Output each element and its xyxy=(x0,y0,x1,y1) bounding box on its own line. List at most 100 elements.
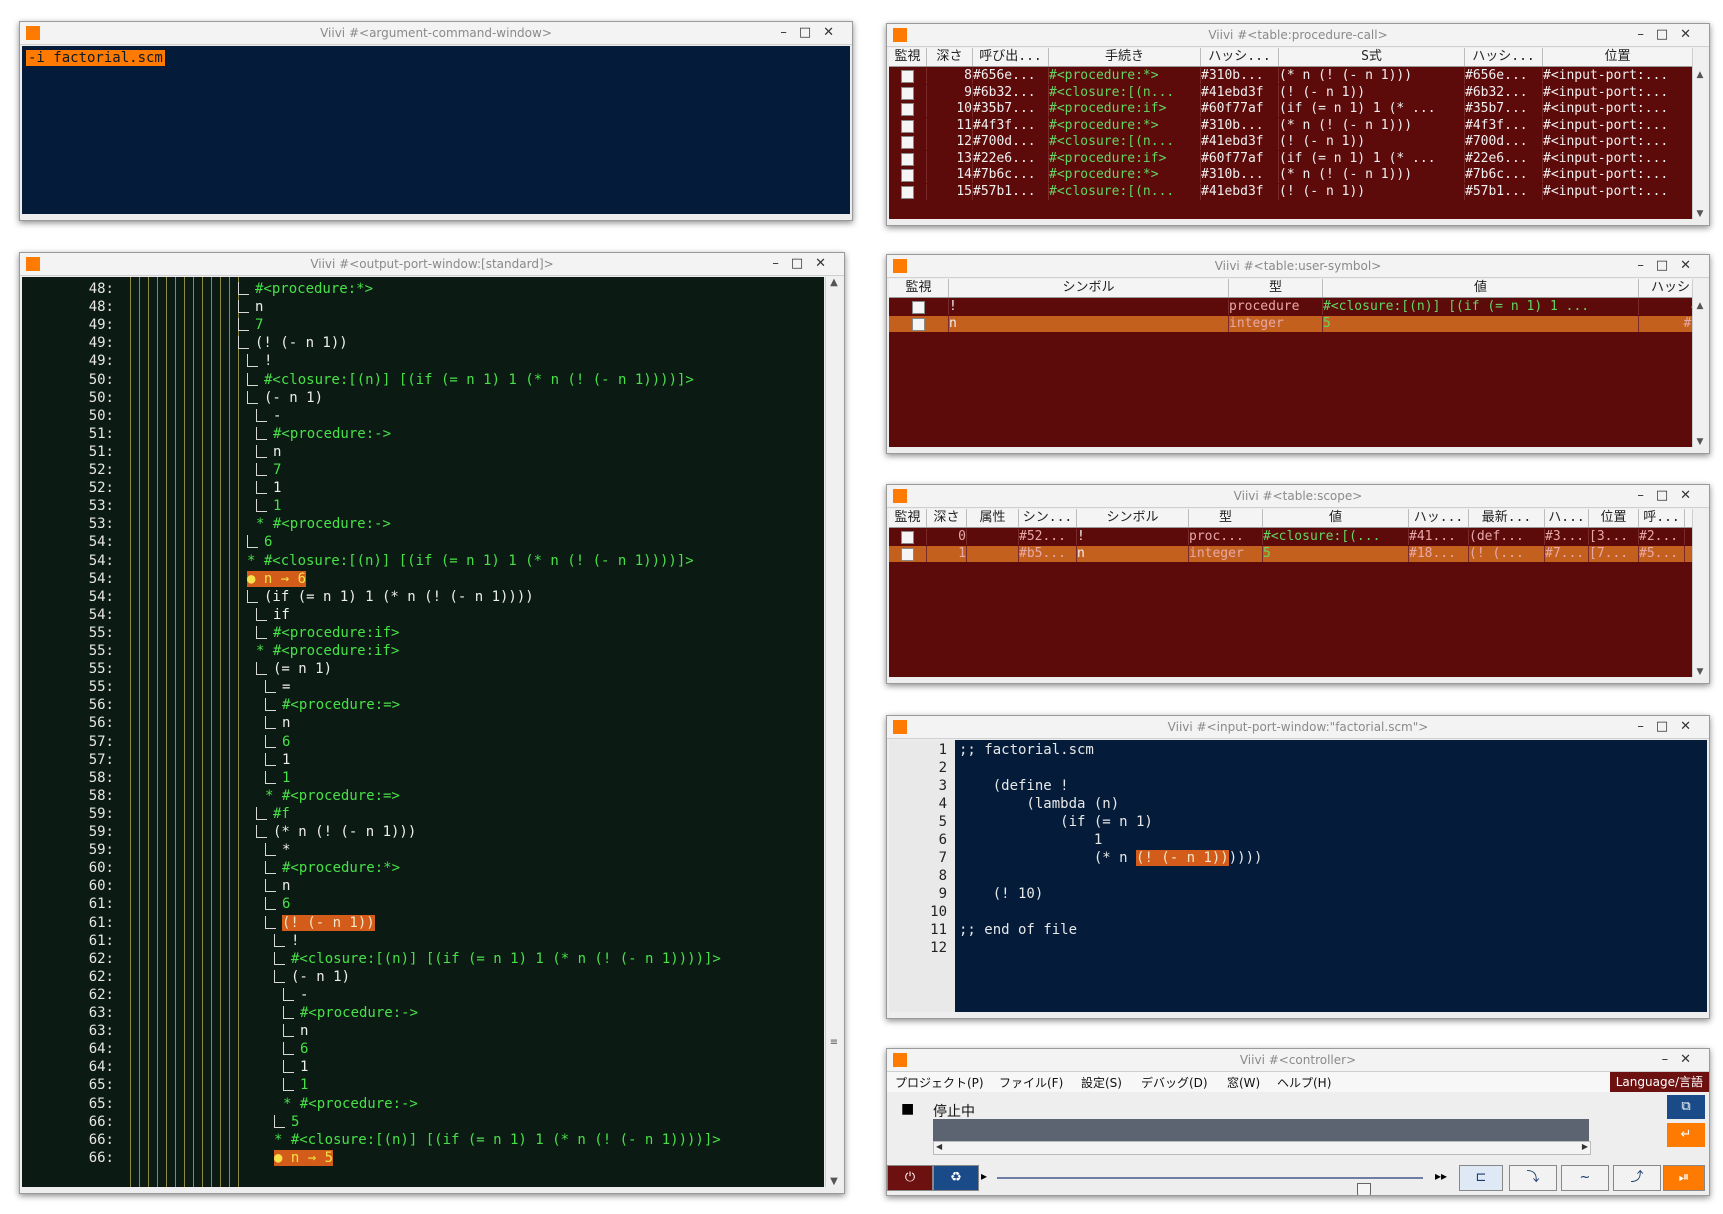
window-controls[interactable]: –□✕ xyxy=(1637,485,1703,507)
column-header[interactable]: 型 xyxy=(1189,509,1263,527)
watch-cell[interactable] xyxy=(889,150,927,167)
title-bar[interactable]: Viivi #<argument-command-window> –□✕ xyxy=(20,22,852,45)
column-header[interactable]: 属性 xyxy=(967,509,1019,527)
column-header[interactable]: 呼... xyxy=(1639,509,1685,527)
column-header[interactable]: 監視 xyxy=(889,279,949,297)
scroll-down-icon[interactable]: ▼ xyxy=(826,1176,842,1187)
column-header[interactable]: シン... xyxy=(1019,509,1077,527)
watch-cell[interactable] xyxy=(889,529,927,545)
scroll-grip-icon[interactable]: ≡ xyxy=(826,1037,842,1048)
argument-editor[interactable]: -i factorial.scm xyxy=(22,46,850,214)
menu-settings[interactable]: 設定(S) xyxy=(1081,1074,1122,1091)
step-into-button[interactable]: ⊏ xyxy=(1459,1165,1503,1191)
table-row[interactable]: 11 #4f3f... #<procedure:*> #310b... (* n (! … xyxy=(889,117,1693,134)
step-out-button[interactable]: ⤴ xyxy=(1613,1165,1661,1191)
fast-forward-icon[interactable]: ▸▸ xyxy=(1435,1169,1447,1183)
watch-cell[interactable] xyxy=(889,545,927,562)
watch-checkbox[interactable] xyxy=(901,531,914,544)
speed-slider[interactable] xyxy=(997,1177,1423,1195)
table-row[interactable]: 12 #700d... #<closure:[(n... #41ebd3f (! (- … xyxy=(889,134,1693,150)
table-row[interactable]: 10 #35b7... #<procedure:if> #60f77af (if (= … xyxy=(889,101,1693,117)
copy-button[interactable]: ⧉ xyxy=(1667,1095,1705,1119)
table-row[interactable]: 8 #656e... #<procedure:*> #310b... (* n (! (… xyxy=(889,68,1693,84)
column-header[interactable]: 位置 xyxy=(1589,509,1639,527)
command-input[interactable] xyxy=(933,1119,1589,1141)
column-header[interactable]: ハッシ... xyxy=(1465,48,1543,66)
menu-file[interactable]: ファイル(F) xyxy=(999,1074,1063,1091)
watch-checkbox[interactable] xyxy=(901,86,914,100)
pause-button[interactable]: ⏯ xyxy=(1663,1165,1705,1191)
title-bar[interactable]: Viivi #<table:user-symbol> –□✕ xyxy=(887,255,1709,278)
scroll-down-icon[interactable]: ▼ xyxy=(1693,667,1707,677)
column-header[interactable]: 呼び出... xyxy=(973,48,1049,66)
scope-table[interactable]: 監視 深さ 属性 シン... シンボル型値ハッ... 最新... ハ... 位置 呼... 0 #5… xyxy=(889,509,1693,677)
watch-cell[interactable] xyxy=(889,101,927,117)
enter-button[interactable]: ↵ xyxy=(1667,1123,1705,1147)
column-header[interactable]: 深さ xyxy=(927,509,967,527)
watch-cell[interactable] xyxy=(889,117,927,134)
vertical-scrollbar[interactable]: ▲ ▼ xyxy=(1692,48,1707,219)
table-row[interactable]: 1 #b5... n integer 5 #18... (! (... #7... [7... #… xyxy=(889,545,1693,562)
title-bar[interactable]: Viivi #<controller> –✕ xyxy=(887,1049,1709,1072)
watch-checkbox[interactable] xyxy=(912,301,925,314)
window-controls[interactable]: –✕ xyxy=(1662,1049,1703,1071)
window-controls[interactable]: –□✕ xyxy=(1637,255,1703,277)
window-controls[interactable]: –□✕ xyxy=(1637,716,1703,738)
trace-output[interactable]: 48: 48: 49: 49: 49: 50: 50: 50: 51: 51: 52: 52: 53: 5… xyxy=(22,277,824,1187)
window-controls[interactable]: –□✕ xyxy=(772,253,838,275)
column-header[interactable]: 型 xyxy=(1229,279,1323,297)
column-header[interactable]: ハッシュコード xyxy=(1639,279,1693,297)
title-bar[interactable]: Viivi #<table:procedure-call> –□✕ xyxy=(887,24,1709,47)
watch-checkbox[interactable] xyxy=(901,119,914,133)
watch-checkbox[interactable] xyxy=(901,185,914,199)
vertical-scrollbar[interactable]: ▲ ▼ xyxy=(1692,279,1707,447)
step-over-button[interactable]: ⤵ xyxy=(1509,1165,1557,1191)
table-row[interactable]: 0 #52...! proc... #<closure:[(... #41... (def… xyxy=(889,529,1693,545)
column-header[interactable]: シンボル xyxy=(949,279,1229,297)
watch-checkbox[interactable] xyxy=(901,169,914,182)
menu-project[interactable]: プロジェクト(P) xyxy=(895,1074,984,1091)
column-header[interactable]: S式 xyxy=(1279,48,1465,66)
table-row[interactable]: 9 #6b32... #<closure:[(n... #41ebd3f (! (- n… xyxy=(889,84,1693,101)
column-header[interactable]: 値 xyxy=(1323,279,1639,297)
watch-cell[interactable] xyxy=(889,299,949,315)
scroll-up-icon[interactable]: ▲ xyxy=(1693,70,1707,80)
watch-cell[interactable] xyxy=(889,68,927,84)
column-header[interactable]: 監視 xyxy=(889,48,927,66)
user-symbol-table[interactable]: 監視シンボル型値ハッシュコード !procedure#<closure:[(n)]… xyxy=(889,279,1693,447)
column-header[interactable]: 位置 xyxy=(1543,48,1693,66)
watch-cell[interactable] xyxy=(889,84,927,101)
title-bar[interactable]: Viivi #<output-port-window:[standard]> –… xyxy=(20,253,844,276)
column-header[interactable]: 最新... xyxy=(1469,509,1545,527)
vertical-scrollbar[interactable]: ▲ ≡ ▼ xyxy=(825,277,842,1187)
table-row[interactable]: 13 #22e6... #<procedure:if> #60f77af (if (= … xyxy=(889,150,1693,167)
watch-checkbox[interactable] xyxy=(901,136,914,149)
menu-debug[interactable]: デバッグ(D) xyxy=(1141,1074,1208,1091)
title-bar[interactable]: Viivi #<table:scope> –□✕ xyxy=(887,485,1709,508)
vertical-scrollbar[interactable]: ▼ xyxy=(1692,509,1707,677)
source-editor[interactable]: ;; factorial.scm (define ! (lambda (n) (… xyxy=(955,740,1707,1012)
watch-checkbox[interactable] xyxy=(912,317,925,331)
horizontal-scrollbar[interactable]: ◀ ▶ xyxy=(933,1141,1591,1155)
column-header[interactable]: ハッシ... xyxy=(1201,48,1279,66)
slider-knob[interactable] xyxy=(1357,1183,1372,1195)
table-row[interactable]: ! procedure #<closure:[(n)] [(if (= n 1) 1… xyxy=(889,299,1693,315)
scroll-left-icon[interactable]: ◀ xyxy=(936,1142,942,1151)
watch-checkbox[interactable] xyxy=(901,70,914,83)
play-icon[interactable]: ▸ xyxy=(981,1169,987,1183)
window-controls[interactable]: –□✕ xyxy=(1637,24,1703,46)
menu-help[interactable]: ヘルプ(H) xyxy=(1277,1074,1331,1091)
menu-window[interactable]: 窓(W) xyxy=(1227,1074,1260,1091)
column-header[interactable]: ハッ... xyxy=(1409,509,1469,527)
procedure-call-table[interactable]: 監視 深さ 呼び出... 手続き ハッシ... S式 ハッシ... 位置 8 #656e... #<… xyxy=(889,48,1693,219)
scroll-right-icon[interactable]: ▶ xyxy=(1582,1142,1588,1151)
column-header[interactable]: 手続き xyxy=(1049,48,1201,66)
watch-cell[interactable] xyxy=(889,183,927,200)
column-header[interactable]: シンボル xyxy=(1077,509,1189,527)
watch-checkbox[interactable] xyxy=(901,103,914,116)
table-row[interactable]: 15 #57b1... #<closure:[(n... #41ebd3f (! (- … xyxy=(889,183,1693,200)
scroll-down-icon[interactable]: ▼ xyxy=(1693,437,1707,447)
title-bar[interactable]: Viivi #<input-port-window:"factorial.scm… xyxy=(887,716,1709,739)
reload-button[interactable]: ♻ xyxy=(933,1165,979,1191)
watch-checkbox[interactable] xyxy=(901,152,914,166)
